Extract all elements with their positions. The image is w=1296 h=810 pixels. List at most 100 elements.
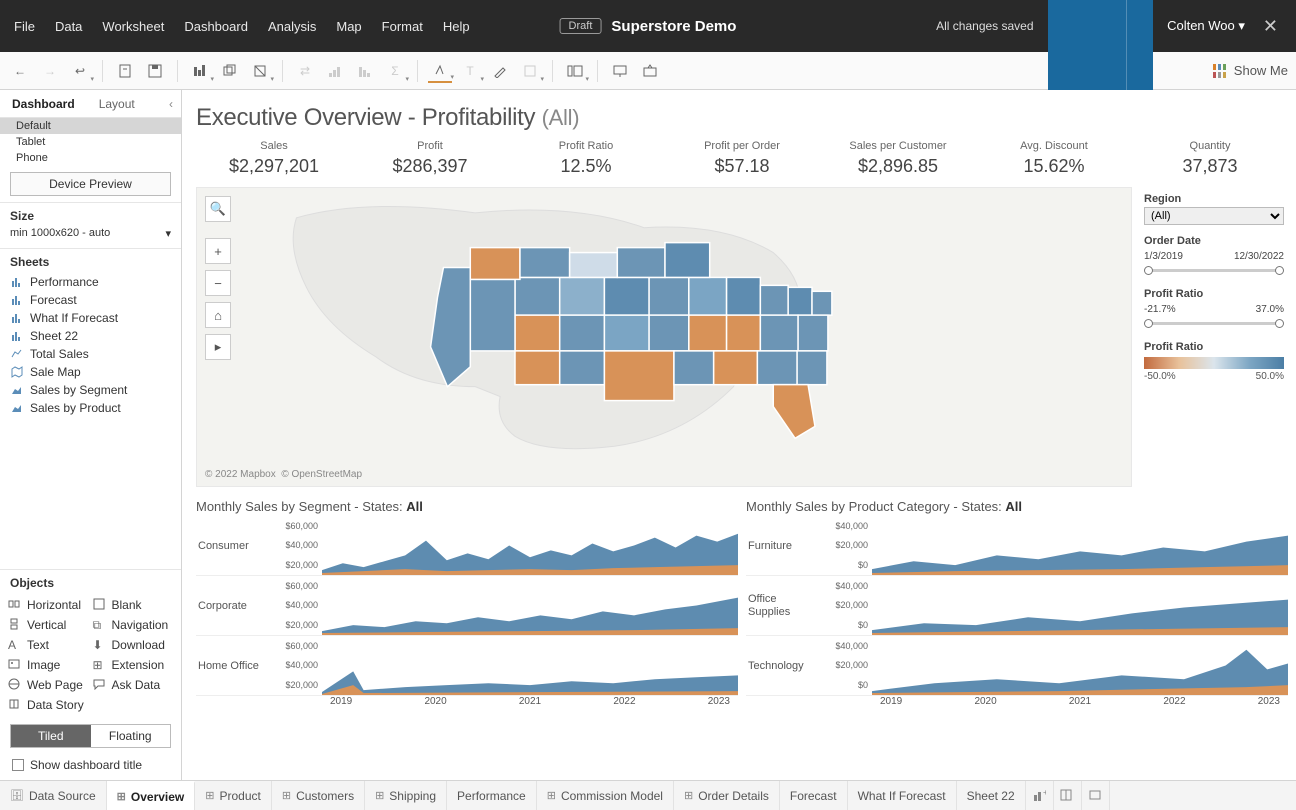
dashboard-icon: ⊞ [205,789,214,802]
tab-sheet22[interactable]: Sheet 22 [957,781,1026,810]
draft-badge: Draft [560,18,602,34]
presentation-icon[interactable] [608,59,632,83]
sheet-sales-product[interactable]: Sales by Product [4,399,177,417]
new-story-icon[interactable] [1082,781,1110,810]
category-row-office[interactable]: Office Supplies $40,000$20,000$0 [746,576,1288,636]
tab-shipping[interactable]: ⊞Shipping [365,781,447,810]
tab-whatif[interactable]: What If Forecast [848,781,957,810]
sheet-total-sales[interactable]: Total Sales [4,345,177,363]
new-dashboard-icon[interactable] [1054,781,1082,810]
obj-webpage[interactable]: Web Page [8,676,89,694]
obj-vertical[interactable]: Vertical [8,616,89,634]
tab-dashboard[interactable]: Dashboard [0,91,87,117]
tab-performance[interactable]: Performance [447,781,537,810]
tab-overview[interactable]: ⊞Overview [107,781,196,810]
dashboard-icon: ⊞ [684,789,693,802]
menu-help[interactable]: Help [433,15,480,38]
tiled-button[interactable]: Tiled [11,725,91,747]
kpi-discount: Avg. Discount15.62% [976,140,1132,177]
sheet-sale-map[interactable]: Sale Map [4,363,177,381]
device-default[interactable]: Default [0,118,181,134]
save-icon[interactable] [143,59,167,83]
tab-datasource[interactable]: 🗄Data Source [0,781,107,810]
obj-blank[interactable]: Blank [93,596,174,614]
floating-button[interactable]: Floating [91,725,171,747]
swap-icon[interactable]: ⇄ [293,59,317,83]
duplicate-icon[interactable] [218,59,242,83]
device-phone[interactable]: Phone [0,150,181,166]
obj-image[interactable]: Image [8,656,89,674]
revert-icon[interactable]: ↩ [68,59,92,83]
category-charts: Monthly Sales by Product Category - Stat… [746,493,1288,714]
close-icon[interactable]: ✕ [1259,16,1282,37]
obj-horizontal[interactable]: Horizontal [8,596,89,614]
segment-row-consumer[interactable]: Consumer $60,000$40,000$20,000 [196,516,738,576]
segment-charts: Monthly Sales by Segment - States: All C… [196,493,738,714]
menu-format[interactable]: Format [372,15,433,38]
new-worksheet-icon[interactable]: + [1026,781,1054,810]
profitratio-slider[interactable] [1144,317,1284,331]
map-icon [10,366,24,378]
undo-icon[interactable]: ← [8,59,32,83]
obj-navigation[interactable]: ⧉Navigation [93,616,174,634]
obj-extension[interactable]: ⊞Extension [93,656,174,674]
obj-text[interactable]: AText [8,636,89,654]
pr-min: -21.7% [1144,304,1176,315]
labels-icon[interactable]: T [458,59,482,83]
share-icon[interactable] [638,59,662,83]
device-tablet[interactable]: Tablet [0,134,181,150]
menu-map[interactable]: Map [326,15,371,38]
sheet-sales-segment[interactable]: Sales by Segment [4,381,177,399]
tab-orderdetails[interactable]: ⊞Order Details [674,781,780,810]
category-row-technology[interactable]: Technology $40,000$20,000$0 [746,636,1288,696]
sheet-22[interactable]: Sheet 22 [4,327,177,345]
show-title-checkbox[interactable]: Show dashboard title [0,754,181,780]
size-dropdown[interactable]: min 1000x620 - auto▾ [10,227,171,240]
tab-customers[interactable]: ⊞Customers [272,781,365,810]
user-menu[interactable]: Colten Woo ▾ [1167,18,1245,34]
cards-icon[interactable] [563,59,587,83]
obj-download[interactable]: ⬇Download [93,636,174,654]
date-slider[interactable] [1144,264,1284,278]
sort-desc-icon[interactable] [353,59,377,83]
totals-icon[interactable]: Σ [383,59,407,83]
sheet-forecast[interactable]: Forecast [4,291,177,309]
tab-layout[interactable]: Layout [87,91,147,117]
menu-dashboard[interactable]: Dashboard [174,15,258,38]
menu-analysis[interactable]: Analysis [258,15,326,38]
menu-file[interactable]: File [4,15,45,38]
obj-askdata[interactable]: Ask Data [93,676,174,694]
format-icon[interactable] [488,59,512,83]
new-sheet-icon[interactable] [188,59,212,83]
tab-forecast[interactable]: Forecast [780,781,848,810]
new-datasource-icon[interactable] [113,59,137,83]
tab-product[interactable]: ⊞Product [195,781,272,810]
redo-icon[interactable]: → [38,59,62,83]
map-zoom-in-icon[interactable]: + [205,238,231,264]
segment-row-corporate[interactable]: Corporate $60,000$40,000$20,000 [196,576,738,636]
obj-datastory[interactable]: Data Story [8,696,89,714]
device-preview-button[interactable]: Device Preview [10,172,171,196]
sheet-whatif[interactable]: What If Forecast [4,309,177,327]
clear-icon[interactable] [248,59,272,83]
region-dropdown[interactable]: (All) [1144,207,1284,225]
sales-map[interactable]: 🔍 + − ⌂ ▸ [196,187,1132,487]
sheet-performance[interactable]: Performance [4,273,177,291]
kpi-profit: Profit$286,397 [352,140,508,177]
menu-worksheet[interactable]: Worksheet [92,15,174,38]
objects-list: Horizontal Blank Vertical ⧉Navigation AT… [0,592,181,718]
category-row-furniture[interactable]: Furniture $40,000$20,000$0 [746,516,1288,576]
tab-commission[interactable]: ⊞Commission Model [537,781,674,810]
sort-asc-icon[interactable] [323,59,347,83]
map-pan-icon[interactable]: ▸ [205,334,231,360]
device-list: Default Tablet Phone [0,118,181,166]
menu-data[interactable]: Data [45,15,92,38]
highlight-icon[interactable] [428,59,452,83]
map-home-icon[interactable]: ⌂ [205,302,231,328]
collapse-sidebar-icon[interactable]: ‹ [161,97,181,111]
map-zoom-out-icon[interactable]: − [205,270,231,296]
fit-icon[interactable] [518,59,542,83]
map-search-icon[interactable]: 🔍 [205,196,231,222]
save-status: All changes saved [936,19,1033,33]
segment-row-homeoffice[interactable]: Home Office $60,000$40,000$20,000 [196,636,738,696]
